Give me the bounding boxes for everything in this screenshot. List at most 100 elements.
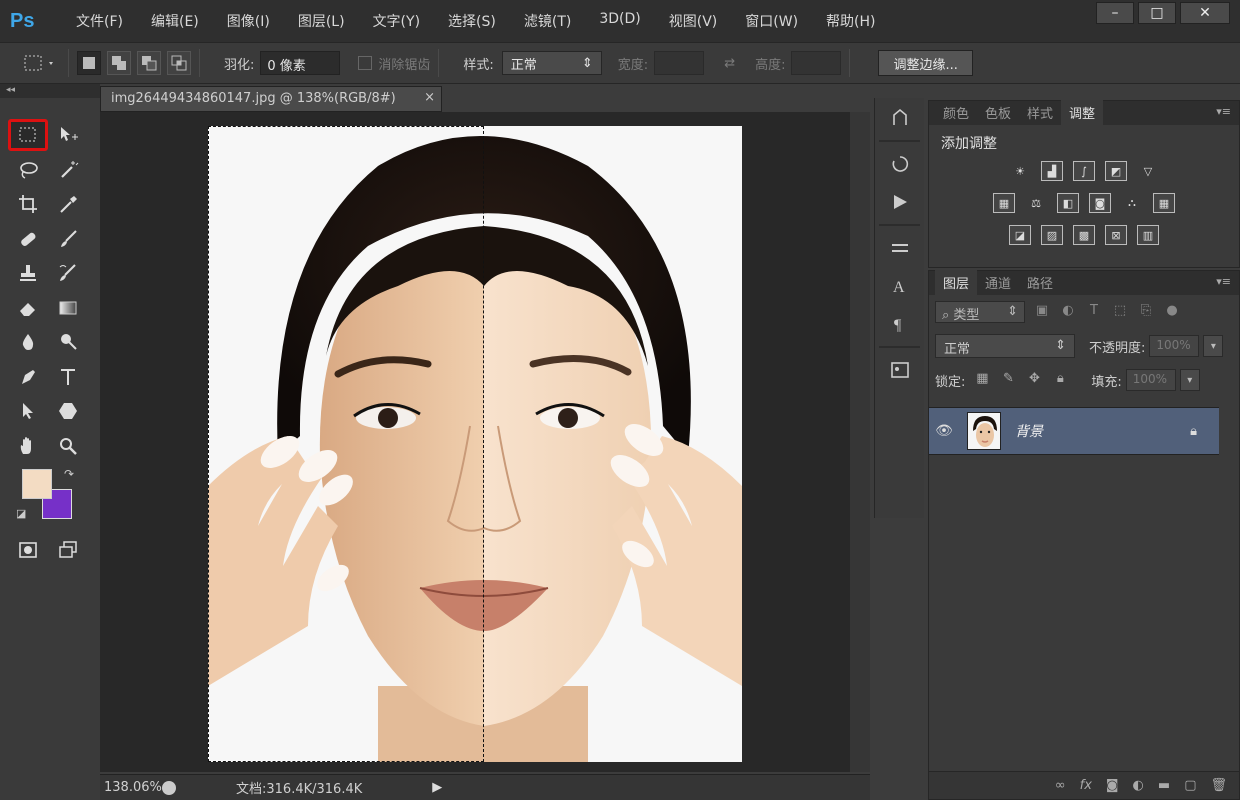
tab-styles[interactable]: 样式 — [1019, 100, 1061, 125]
smart-object-filter-icon[interactable]: ⎘ — [1137, 303, 1155, 321]
swap-colors-icon[interactable]: ↷ — [64, 467, 74, 481]
black-white-icon[interactable]: ◧ — [1057, 193, 1079, 213]
brush-presets-button[interactable] — [878, 230, 922, 266]
photo-filter-icon[interactable]: ◙ — [1089, 193, 1111, 213]
lock-all-icon[interactable]: 🔒︎ — [1051, 371, 1069, 389]
close-tab-icon[interactable]: × — [424, 90, 435, 105]
rect-marquee-tool[interactable] — [8, 119, 48, 152]
channel-mixer-icon[interactable]: ⛬ — [1121, 193, 1143, 213]
new-group-icon[interactable]: ▬ — [1158, 778, 1170, 793]
vibrance-icon[interactable]: ▽ — [1137, 161, 1159, 181]
path-selection-tool[interactable] — [8, 395, 48, 427]
layer-filter-select[interactable]: ⌕ 类型 ⇕ — [935, 301, 1025, 323]
tab-layers[interactable]: 图层 — [935, 270, 978, 295]
panel-menu-icon[interactable]: ▾≡ — [1216, 105, 1231, 118]
pixel-filter-icon[interactable]: ▣ — [1033, 303, 1051, 321]
image-canvas[interactable] — [208, 126, 742, 762]
new-selection-button[interactable] — [77, 51, 101, 75]
lasso-tool[interactable] — [8, 154, 48, 186]
new-adjustment-icon[interactable]: ◐ — [1133, 778, 1144, 793]
lock-pixels-icon[interactable]: ✎ — [999, 371, 1017, 389]
levels-icon[interactable]: ▟ — [1041, 161, 1063, 181]
fill-dropdown-icon[interactable]: ▾ — [1179, 369, 1200, 391]
actions-panel-button[interactable] — [878, 146, 922, 182]
menu-help[interactable]: 帮助(H) — [812, 11, 889, 31]
magic-wand-tool[interactable] — [48, 154, 88, 186]
tab-swatches[interactable]: 色板 — [977, 100, 1019, 125]
curves-icon[interactable]: ∫ — [1073, 161, 1095, 181]
posterize-icon[interactable]: ▨ — [1041, 225, 1063, 245]
menu-file[interactable]: 文件(F) — [62, 11, 137, 31]
menu-3d[interactable]: 3D(D) — [585, 11, 654, 31]
hand-tool[interactable] — [8, 430, 48, 462]
blend-mode-select[interactable]: 正常 ⇕ — [935, 334, 1075, 358]
status-menu-arrow-icon[interactable]: ▶ — [432, 780, 442, 795]
selective-color-icon[interactable]: ⊠ — [1105, 225, 1127, 245]
feather-input[interactable]: 0 像素 — [260, 51, 341, 75]
shape-filter-icon[interactable]: ⬚ — [1111, 303, 1129, 321]
quick-mask-button[interactable] — [8, 534, 48, 566]
panel-menu-icon[interactable]: ▾≡ — [1216, 275, 1231, 288]
status-icon[interactable] — [162, 780, 176, 795]
shape-tool[interactable] — [48, 395, 88, 427]
document-tab[interactable]: img26449434860147.jpg @ 138%(RGB/8#) × — [100, 86, 442, 112]
screen-mode-button[interactable] — [48, 534, 88, 566]
visibility-eye-icon[interactable]: 👁︎ — [929, 423, 959, 439]
maximize-button[interactable]: □ — [1138, 2, 1176, 24]
menu-window[interactable]: 窗口(W) — [731, 11, 812, 31]
character-panel-button[interactable]: A — [878, 268, 922, 304]
menu-view[interactable]: 视图(V) — [655, 11, 732, 31]
fx-icon[interactable]: fx — [1080, 778, 1092, 793]
invert-icon[interactable]: ◪ — [1009, 225, 1031, 245]
filter-toggle-icon[interactable]: ● — [1163, 303, 1181, 321]
trash-icon[interactable]: 🗑︎ — [1210, 778, 1227, 793]
properties-panel-button[interactable] — [878, 352, 922, 388]
brightness-icon[interactable]: ☀ — [1009, 161, 1031, 181]
tab-paths[interactable]: 路径 — [1019, 270, 1061, 295]
color-lookup-icon[interactable]: ▦ — [1153, 193, 1175, 213]
layer-name[interactable]: 背景 — [1015, 421, 1190, 441]
color-balance-icon[interactable]: ⚖ — [1025, 193, 1047, 213]
default-colors-icon[interactable]: ◪ — [16, 507, 26, 520]
minimize-button[interactable]: – — [1096, 2, 1134, 24]
add-mask-icon[interactable]: ◙ — [1106, 778, 1119, 793]
history-panel-button[interactable] — [878, 100, 922, 136]
lock-transparent-icon[interactable]: ▦ — [973, 371, 991, 389]
menu-type[interactable]: 文字(Y) — [359, 11, 434, 31]
height-input[interactable] — [791, 51, 842, 75]
exposure-icon[interactable]: ◩ — [1105, 161, 1127, 181]
threshold-icon[interactable]: ▩ — [1073, 225, 1095, 245]
add-to-selection-button[interactable] — [107, 51, 131, 75]
dodge-tool[interactable] — [48, 326, 88, 358]
clone-stamp-tool[interactable] — [8, 257, 48, 289]
play-panel-button[interactable] — [878, 184, 922, 220]
zoom-level[interactable]: 138.06% — [104, 780, 162, 795]
subtract-selection-button[interactable] — [137, 51, 161, 75]
style-select[interactable]: 正常 ⇕ — [501, 51, 602, 75]
menu-filter[interactable]: 滤镜(T) — [510, 11, 585, 31]
menu-edit[interactable]: 编辑(E) — [137, 11, 213, 31]
layer-background[interactable]: 👁︎ 背景 🔒︎ — [929, 407, 1219, 455]
gradient-map-icon[interactable]: ▥ — [1137, 225, 1159, 245]
history-brush-tool[interactable] — [48, 257, 88, 289]
new-layer-icon[interactable]: ▢ — [1184, 778, 1196, 793]
opacity-dropdown-icon[interactable]: ▾ — [1203, 335, 1224, 357]
link-layers-icon[interactable]: ∞ — [1055, 778, 1066, 793]
menu-image[interactable]: 图像(I) — [213, 11, 284, 31]
close-button[interactable]: ✕ — [1180, 2, 1230, 24]
tab-channels[interactable]: 通道 — [977, 270, 1019, 295]
eraser-tool[interactable] — [8, 292, 48, 324]
vertical-scrollbar[interactable] — [850, 112, 870, 772]
swap-icon[interactable]: ⇄ — [724, 56, 735, 71]
tab-adjustments[interactable]: 调整 — [1061, 100, 1104, 125]
brush-tool[interactable] — [48, 223, 88, 255]
move-tool[interactable] — [48, 119, 88, 151]
type-filter-icon[interactable]: T — [1085, 303, 1103, 321]
lock-position-icon[interactable]: ✥ — [1025, 371, 1043, 389]
antialias-checkbox[interactable] — [358, 56, 373, 70]
eyedropper-tool[interactable] — [48, 188, 88, 220]
hue-saturation-icon[interactable]: ▦ — [993, 193, 1015, 213]
gradient-tool[interactable] — [48, 292, 88, 324]
adjustment-filter-icon[interactable]: ◐ — [1059, 303, 1077, 321]
menu-layer[interactable]: 图层(L) — [284, 11, 359, 31]
